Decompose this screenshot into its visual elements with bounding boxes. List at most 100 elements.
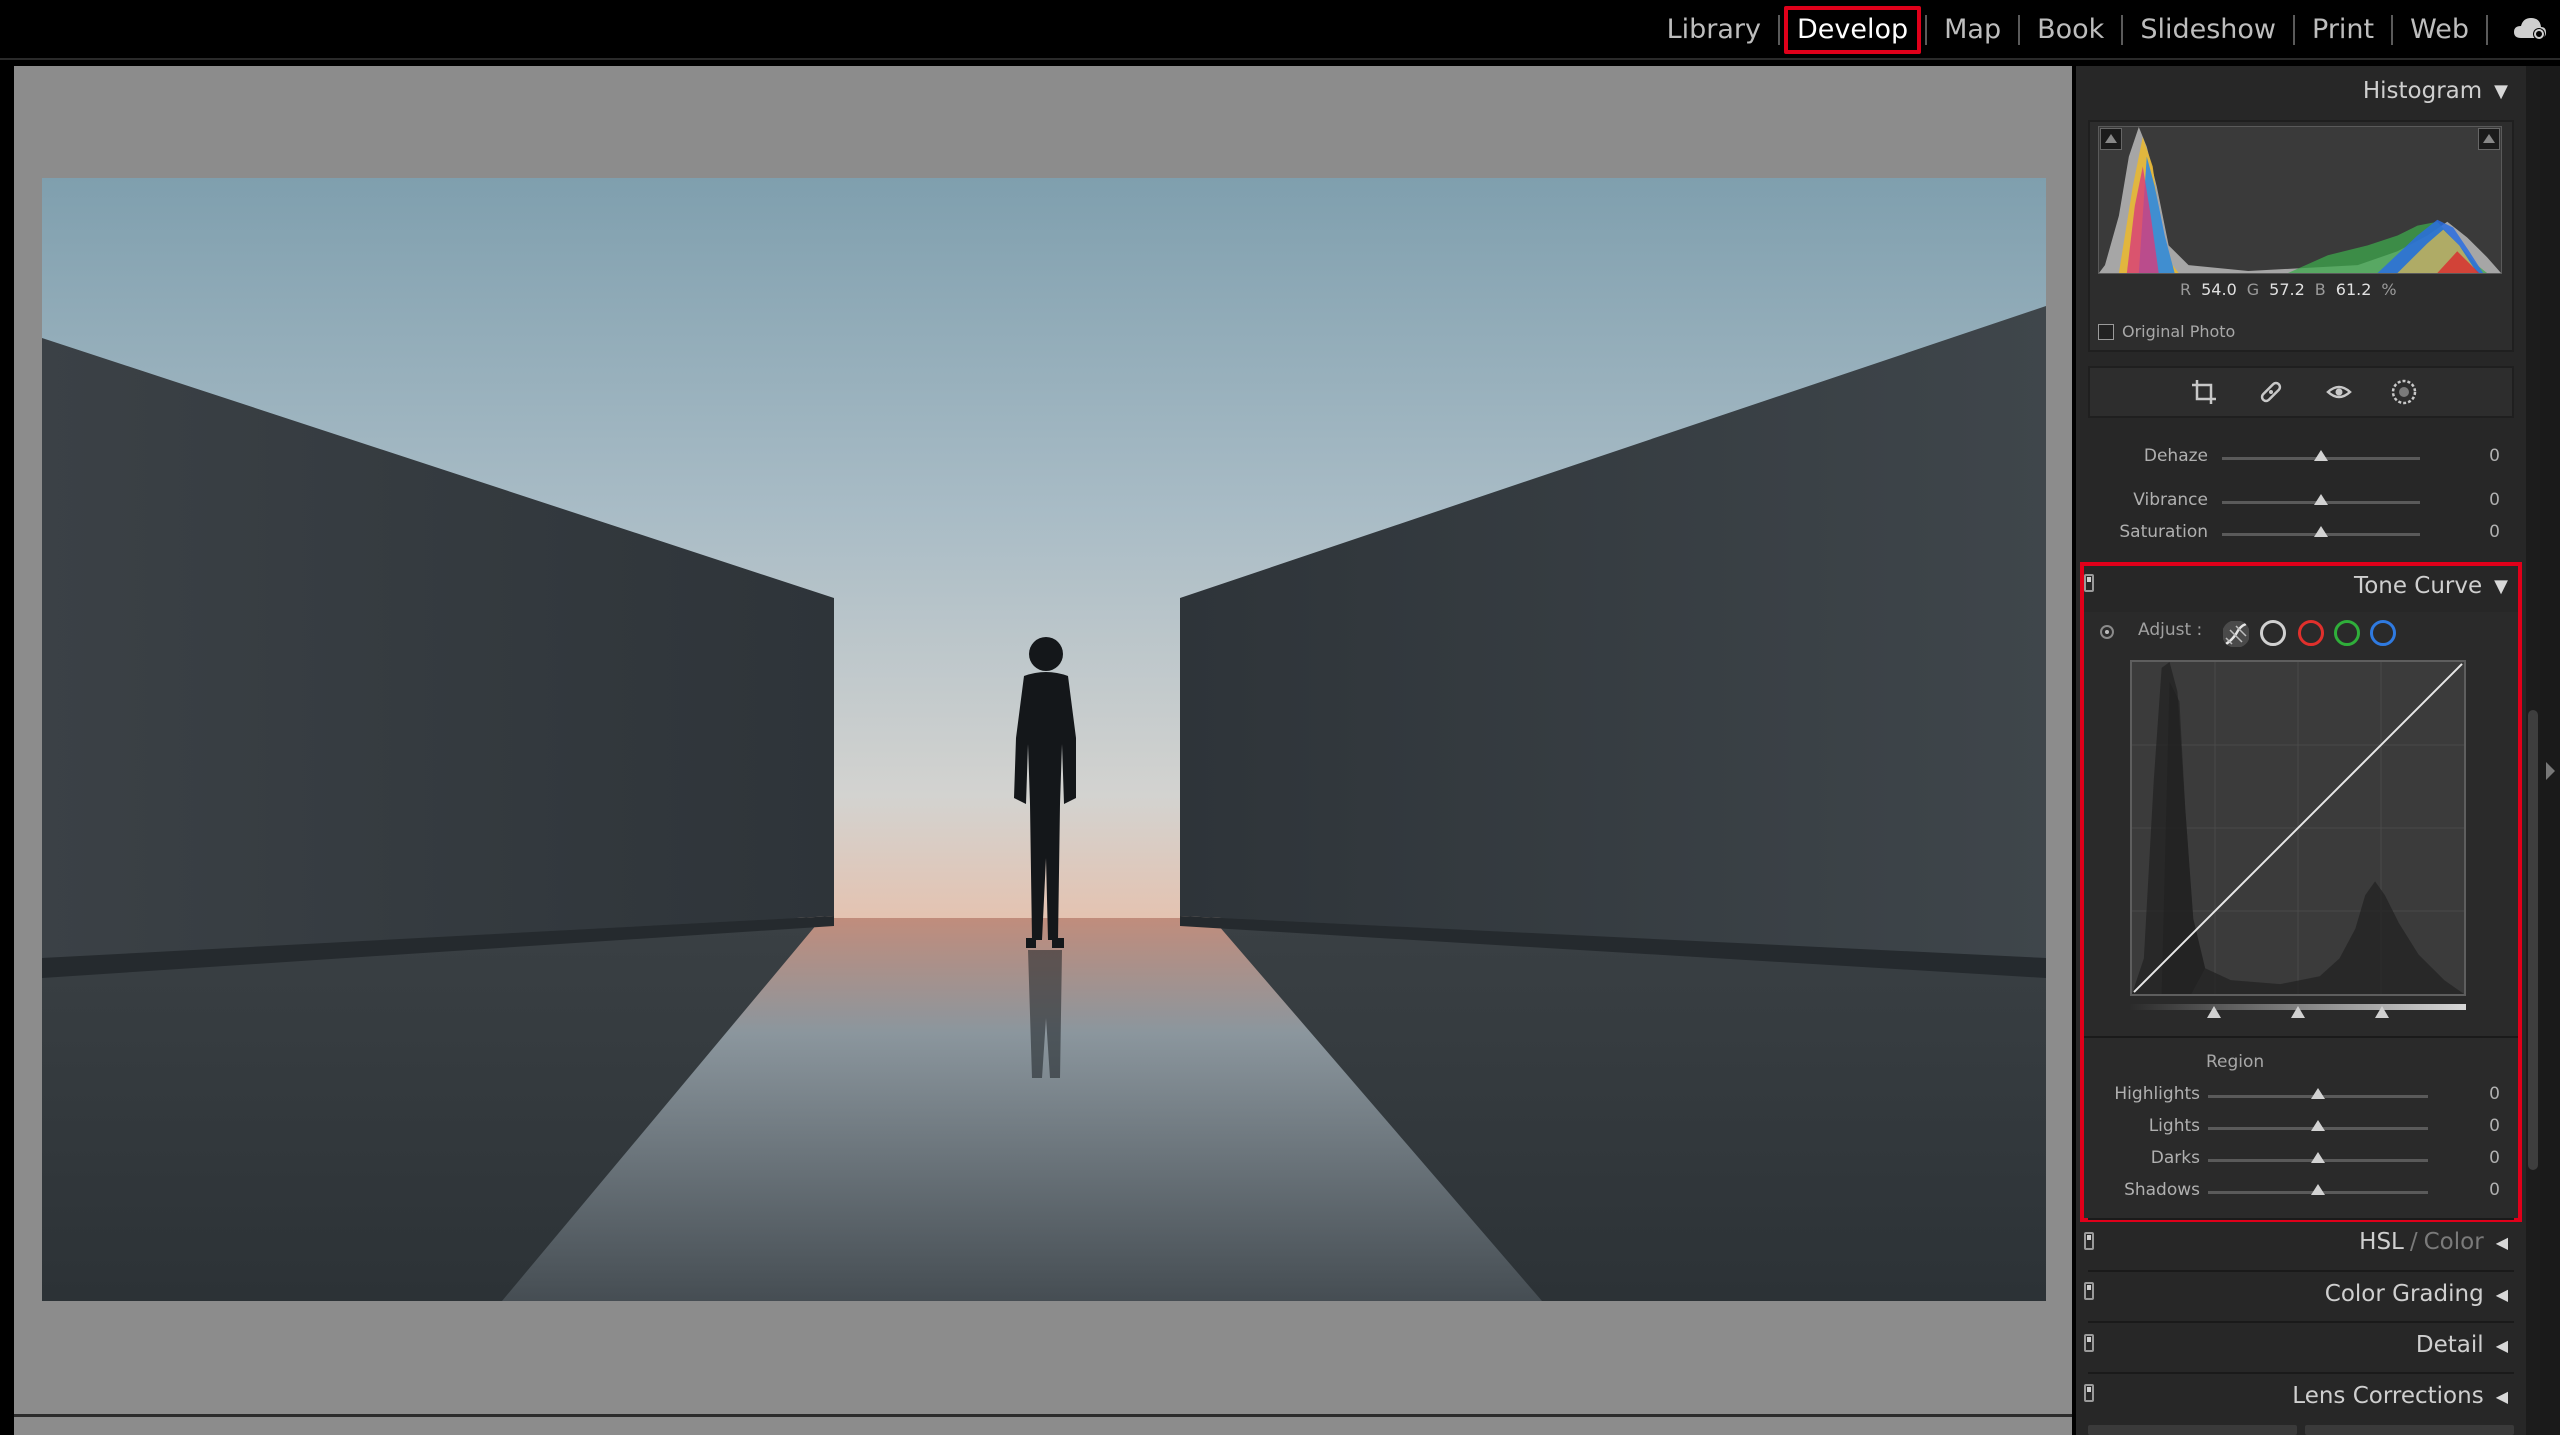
crop-overlay-icon[interactable] — [2190, 378, 2218, 406]
region-label: Region — [2206, 1052, 2265, 1072]
saturation-slider[interactable]: Saturation 0 — [2100, 522, 2500, 546]
module-picker-bar: Library Develop Map Book Slideshow Print… — [0, 0, 2560, 60]
masking-icon[interactable] — [2390, 378, 2418, 406]
red-channel-icon[interactable] — [2298, 620, 2324, 646]
module-web[interactable]: Web — [2393, 0, 2486, 60]
highlights-slider[interactable]: Highlights 0 — [2100, 1084, 2500, 1108]
detail-title: Detail — [2415, 1332, 2484, 1358]
parametric-curve-icon[interactable] — [2222, 620, 2250, 648]
detail-panel-switch[interactable] — [2084, 1334, 2094, 1352]
hsl-color-header[interactable]: HSL / Color ◀ — [2088, 1218, 2514, 1264]
triangle-left-icon: ◀ — [2495, 1386, 2508, 1406]
panel-edge — [2540, 66, 2560, 1435]
green-channel-icon[interactable] — [2334, 620, 2360, 646]
saturation-label: Saturation — [2119, 522, 2208, 542]
original-photo-checkbox[interactable] — [2098, 323, 2114, 340]
rgb-channel-icon[interactable] — [2260, 620, 2286, 646]
highlights-label: Highlights — [2114, 1084, 2200, 1104]
saturation-value[interactable]: 0 — [2489, 522, 2500, 542]
adjust-label: Adjust : — [2138, 620, 2203, 640]
b-value: 61.2 — [2335, 280, 2372, 299]
dehaze-knob[interactable] — [2314, 450, 2328, 461]
shadows-label: Shadows — [2124, 1180, 2200, 1200]
color-grading-header[interactable]: Color Grading ◀ — [2088, 1270, 2514, 1316]
lights-knob[interactable] — [2311, 1120, 2325, 1131]
triangle-down-icon: ▼ — [2494, 80, 2508, 102]
highlight-clipping-button[interactable] — [2478, 128, 2500, 150]
saturation-knob[interactable] — [2314, 526, 2328, 537]
highlights-knob[interactable] — [2311, 1088, 2325, 1099]
triangle-left-icon: ◀ — [2495, 1232, 2508, 1252]
module-picker: Library Develop Map Book Slideshow Print… — [1650, 0, 2488, 60]
reset-button[interactable] — [2305, 1425, 2514, 1435]
triangle-left-icon: ◀ — [2495, 1284, 2508, 1304]
panel-scrollbar-thumb[interactable] — [2528, 710, 2538, 1170]
dehaze-label: Dehaze — [2143, 446, 2208, 466]
spot-removal-icon[interactable] — [2257, 378, 2285, 406]
vibrance-knob[interactable] — [2314, 494, 2328, 505]
split-point-shadows-knob[interactable] — [2207, 1006, 2221, 1018]
module-library[interactable]: Library — [1650, 0, 1778, 60]
histogram-header[interactable]: Histogram ▼ — [2088, 68, 2514, 114]
hsl-panel-switch[interactable] — [2084, 1232, 2094, 1250]
color-grading-panel-switch[interactable] — [2084, 1282, 2094, 1300]
darks-slider[interactable]: Darks 0 — [2100, 1148, 2500, 1172]
hsl-tab[interactable]: HSL — [2359, 1229, 2404, 1255]
darks-knob[interactable] — [2311, 1152, 2325, 1163]
tone-curve-divider — [2084, 1036, 2518, 1038]
tone-curve-panel-switch[interactable] — [2084, 574, 2094, 592]
r-value: 54.0 — [2201, 280, 2237, 299]
shadows-slider[interactable]: Shadows 0 — [2100, 1180, 2500, 1204]
histogram-graph — [2098, 126, 2502, 274]
lens-corrections-title: Lens Corrections — [2292, 1383, 2484, 1409]
lights-value[interactable]: 0 — [2489, 1116, 2500, 1136]
detail-header[interactable]: Detail ◀ — [2088, 1321, 2514, 1367]
split-point-midtones-knob[interactable] — [2291, 1006, 2305, 1018]
original-photo-toggle[interactable]: Original Photo — [2098, 322, 2235, 341]
lens-corrections-header[interactable]: Lens Corrections ◀ — [2088, 1372, 2514, 1418]
photo-preview — [42, 178, 2046, 1301]
hsl-slash: / — [2409, 1229, 2418, 1255]
darks-value[interactable]: 0 — [2489, 1148, 2500, 1168]
original-photo-label: Original Photo — [2122, 322, 2236, 341]
darks-label: Darks — [2150, 1148, 2200, 1168]
highlights-value[interactable]: 0 — [2489, 1084, 2500, 1104]
color-tab[interactable]: Color — [2424, 1229, 2484, 1255]
tone-curve-header[interactable]: Tone Curve ▼ — [2088, 562, 2514, 608]
module-separator — [2486, 15, 2488, 45]
bottom-buttons — [2088, 1425, 2514, 1435]
blue-channel-icon[interactable] — [2370, 620, 2396, 646]
cloud-sync-icon[interactable] — [2512, 14, 2548, 42]
lights-label: Lights — [2148, 1116, 2200, 1136]
vibrance-label: Vibrance — [2133, 490, 2208, 510]
shadow-clipping-button[interactable] — [2100, 128, 2122, 150]
module-map[interactable]: Map — [1927, 0, 2018, 60]
shadows-value[interactable]: 0 — [2489, 1180, 2500, 1200]
red-eye-icon[interactable] — [2325, 378, 2353, 406]
g-value: 57.2 — [2269, 280, 2305, 299]
dehaze-slider[interactable]: Dehaze 0 — [2100, 446, 2500, 470]
tone-curve-title: Tone Curve — [2354, 573, 2483, 599]
vibrance-slider[interactable]: Vibrance 0 — [2100, 490, 2500, 514]
lens-corrections-panel-switch[interactable] — [2084, 1384, 2094, 1402]
module-develop[interactable]: Develop — [1780, 0, 1925, 60]
module-book[interactable]: Book — [2020, 0, 2121, 60]
tool-strip — [2088, 366, 2514, 418]
target-adjustment-icon[interactable] — [2100, 625, 2114, 639]
b-label: B — [2314, 280, 2326, 299]
previous-button[interactable] — [2088, 1425, 2297, 1435]
color-grading-title: Color Grading — [2324, 1281, 2484, 1307]
g-label: G — [2246, 280, 2260, 299]
split-point-highlights-knob[interactable] — [2375, 1006, 2389, 1018]
dehaze-value[interactable]: 0 — [2489, 446, 2500, 466]
lights-slider[interactable]: Lights 0 — [2100, 1116, 2500, 1140]
histogram-title: Histogram — [2362, 78, 2483, 104]
vibrance-value[interactable]: 0 — [2489, 490, 2500, 510]
collapse-panel-arrow-icon[interactable] — [2546, 762, 2555, 780]
tone-curve-graph[interactable] — [2130, 660, 2466, 996]
rgb-readout: R 54.0 G 57.2 B 61.2 % — [2180, 280, 2397, 299]
module-print[interactable]: Print — [2295, 0, 2391, 60]
triangle-down-icon: ▼ — [2494, 575, 2508, 597]
shadows-knob[interactable] — [2311, 1184, 2325, 1195]
module-slideshow[interactable]: Slideshow — [2123, 0, 2293, 60]
